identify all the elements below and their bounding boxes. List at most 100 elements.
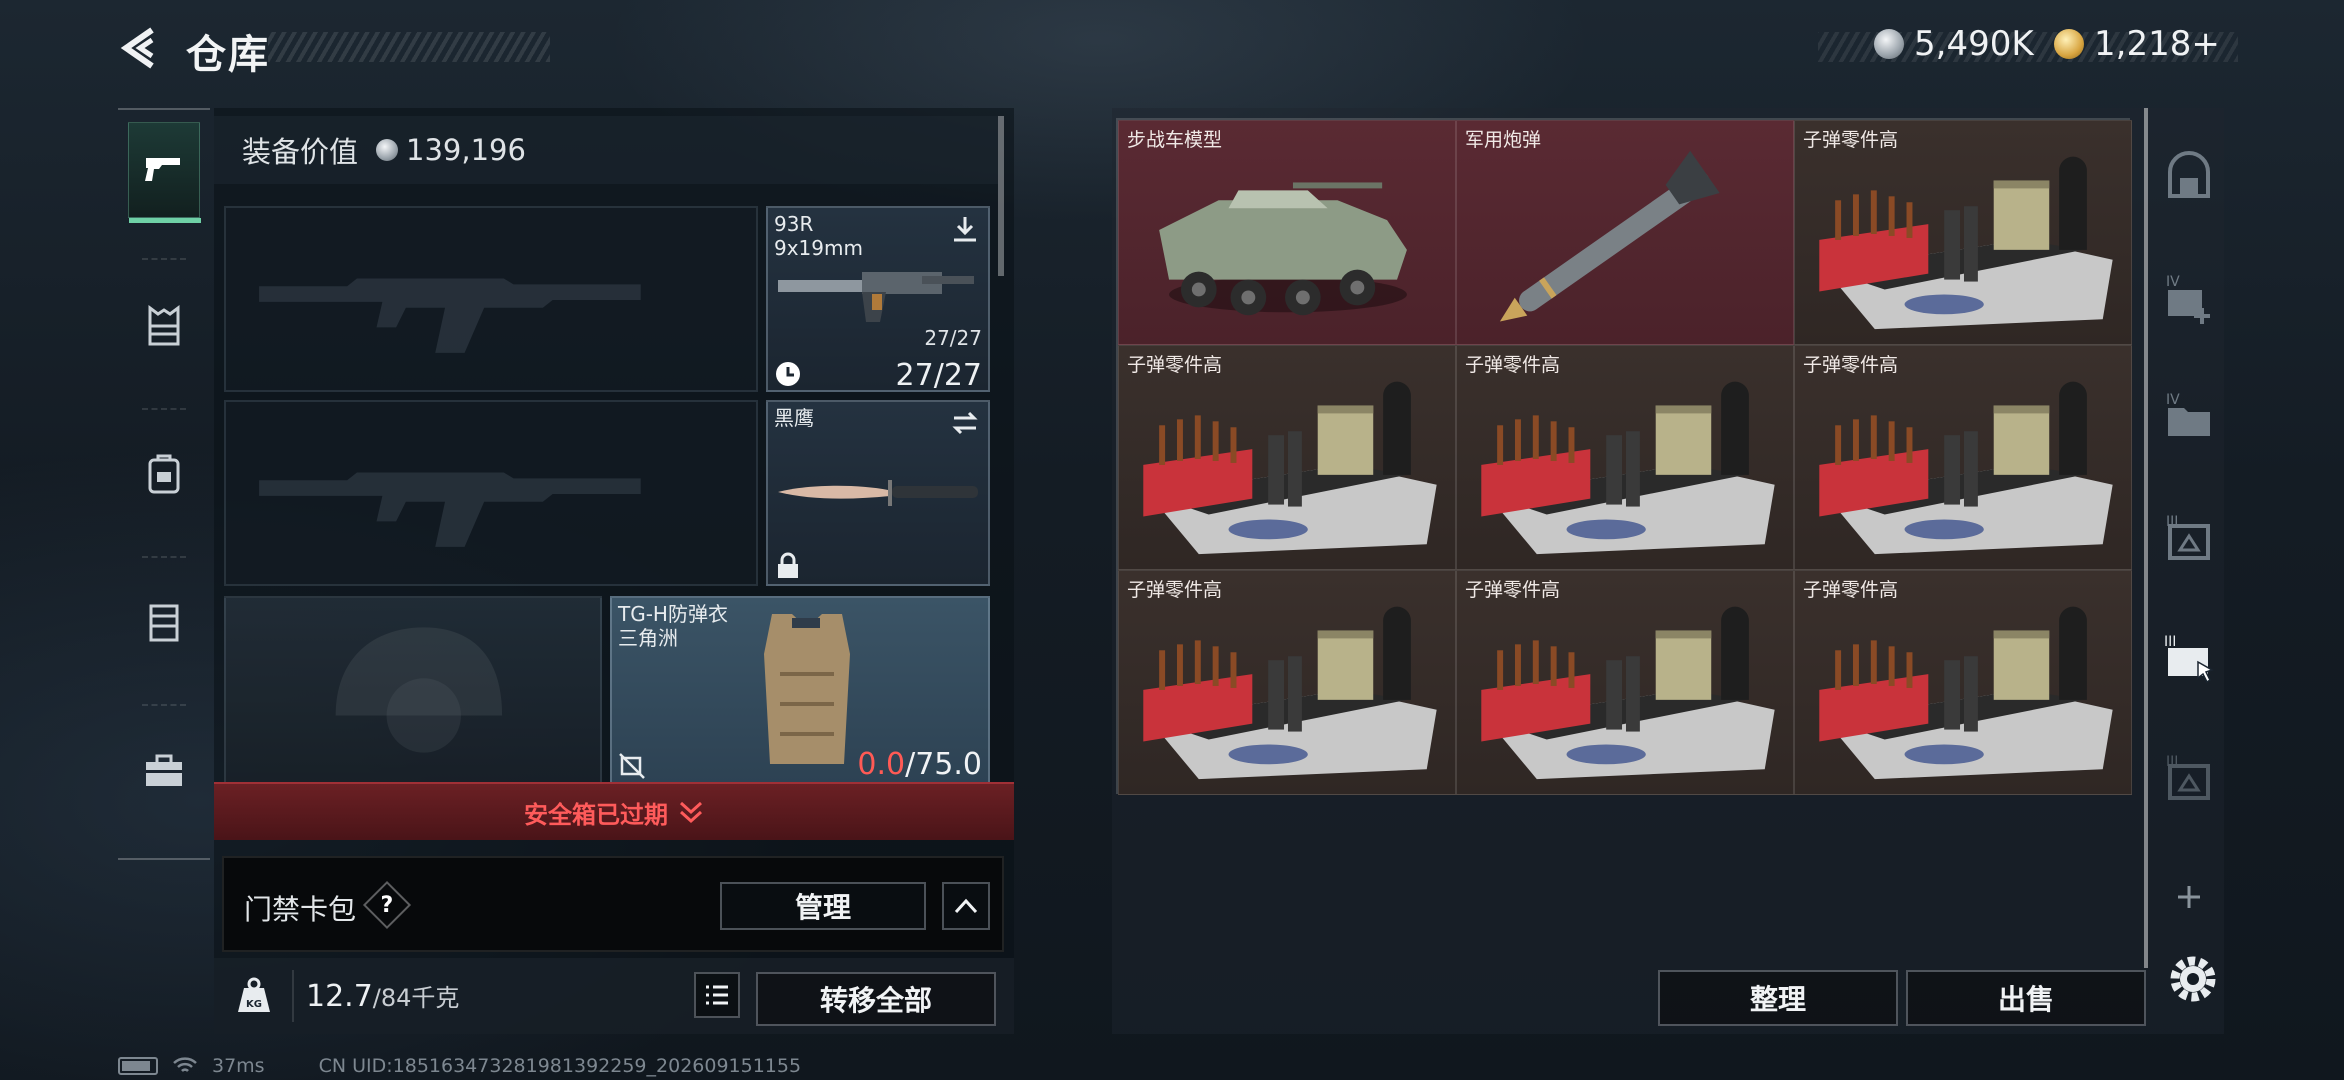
help-icon: ? <box>380 892 394 918</box>
durability-current: 0.0 <box>857 747 906 782</box>
storage-item-name: 步战车模型 <box>1127 129 1223 151</box>
ping-value: 37ms <box>212 1055 265 1077</box>
weight-kg-icon: KG <box>238 977 270 1012</box>
storage-item-ammo[interactable]: 子弹零件高 <box>1794 120 2132 345</box>
storage-item-ammo[interactable]: 子弹零件高 <box>1794 570 2132 795</box>
carry-weight-current: 12.7 <box>306 979 373 1014</box>
category-rail <box>118 108 210 860</box>
storage-item-ammo[interactable]: 子弹零件高 <box>1118 570 1456 795</box>
backpack-icon <box>148 454 180 494</box>
storage-item-name: 子弹零件高 <box>1465 354 1561 376</box>
gold-currency[interactable]: 1,218+ <box>2054 24 2220 64</box>
container-dim-icon[interactable]: III <box>2158 746 2220 808</box>
ammo-image <box>1819 606 2113 780</box>
storage-item-ifv[interactable]: 步战车模型 <box>1118 120 1456 345</box>
svg-text:KG: KG <box>246 999 262 1010</box>
toolbox-icon <box>146 754 182 786</box>
vest-image <box>764 614 850 764</box>
safe-box-expired-text: 安全箱已过期 <box>524 800 668 829</box>
chevron-double-down-icon <box>679 801 703 824</box>
silver-amount: 5,490K <box>1914 24 2034 64</box>
container-folder-icon[interactable]: IV <box>2158 384 2220 446</box>
rail-item-backpack[interactable] <box>128 426 200 522</box>
lock-icon <box>778 552 798 578</box>
container-selected-icon[interactable]: III <box>2158 626 2220 688</box>
helmet-slot[interactable] <box>224 596 602 786</box>
rail-divider <box>142 408 186 410</box>
help-button[interactable]: ? <box>362 880 412 930</box>
rail-divider <box>142 704 186 706</box>
rail-item-armor[interactable] <box>128 278 200 374</box>
safe-box-expired-banner[interactable]: 安全箱已过期 <box>214 782 1014 840</box>
sell-button[interactable]: 出售 <box>1906 970 2146 1026</box>
ammo-image <box>1143 381 1437 555</box>
equipment-value-label: 装备价值 <box>242 135 359 169</box>
rail-item-chest-rig[interactable] <box>128 574 200 670</box>
rifle-silhouette-icon <box>259 472 641 547</box>
download-icon[interactable] <box>950 214 980 244</box>
storage-item-ammo[interactable]: 子弹零件高 <box>1118 345 1456 570</box>
ammo-count-small: 27/27 <box>924 326 982 350</box>
user-uid: CN UID:185163473281981392259_20260915115… <box>318 1055 802 1077</box>
vest-name: TG-H防弹衣 三角洲 <box>618 602 728 650</box>
ammo-image <box>1481 606 1775 780</box>
gear-icon[interactable] <box>2164 950 2222 1008</box>
container-add-icon[interactable]: IV <box>2158 266 2220 328</box>
storage-item-ammo[interactable]: 子弹零件高 <box>1456 570 1794 795</box>
rail-divider <box>142 258 186 260</box>
secondary-weapon-slot[interactable] <box>224 400 758 586</box>
collapse-button[interactable] <box>942 882 990 930</box>
clock-icon <box>776 362 800 386</box>
no-repair-icon <box>619 753 645 779</box>
page-title: 仓库 <box>186 32 270 78</box>
top-bar: 仓库 5,490K 1,218+ <box>0 0 2344 100</box>
pistol-slot[interactable]: 93R 9x19mm 27/27 27/27 <box>766 206 990 393</box>
rail-divider <box>142 556 186 558</box>
rifle-silhouette-icon <box>259 278 641 353</box>
storage-item-name: 子弹零件高 <box>1803 579 1899 601</box>
equipment-value-bar: 装备价值 139,196 <box>214 116 998 184</box>
primary-weapon-slot[interactable] <box>224 206 758 392</box>
wifi-icon <box>173 1057 197 1072</box>
pistol-image <box>778 272 974 322</box>
storage-item-name: 子弹零件高 <box>1465 579 1561 601</box>
swap-icon[interactable] <box>950 408 980 438</box>
manage-button[interactable]: 管理 <box>720 882 926 930</box>
ammo-image <box>1143 606 1437 780</box>
knife-image <box>778 480 978 506</box>
transfer-all-button[interactable]: 转移全部 <box>756 972 996 1026</box>
storage-item-ammo[interactable]: 子弹零件高 <box>1456 345 1794 570</box>
list-view-button[interactable] <box>694 972 740 1018</box>
melee-name: 黑鹰 <box>774 406 814 430</box>
loadout-scrollbar[interactable] <box>998 116 1004 276</box>
carry-weight: 12.7/84千克 <box>306 978 459 1014</box>
storage-item-shell[interactable]: 军用炮弹 <box>1456 120 1794 345</box>
weight-bar: KG 12.7/84千克 转移全部 <box>214 958 1014 1034</box>
rail-item-toolbox[interactable] <box>128 722 200 818</box>
sort-button[interactable]: 整理 <box>1658 970 1898 1026</box>
equipment-value: 139,196 <box>406 133 526 167</box>
title-decoration <box>268 32 550 62</box>
vest-icon <box>148 305 180 346</box>
container-icon[interactable]: III <box>2158 506 2220 568</box>
storage-item-name: 子弹零件高 <box>1127 354 1223 376</box>
rail-item-weapons[interactable] <box>128 122 201 223</box>
storage-item-name: 子弹零件高 <box>1803 129 1899 151</box>
chest-rig-icon <box>149 604 179 642</box>
shell-image <box>1499 150 1720 322</box>
plus-icon[interactable] <box>2158 866 2220 928</box>
silver-currency[interactable]: 5,490K <box>1874 24 2034 64</box>
body-armor-slot[interactable]: TG-H防弹衣 三角洲 0.0/75.0 <box>610 596 990 786</box>
carry-weight-max: /84千克 <box>372 984 460 1012</box>
durability-readout: 0.0/75.0 <box>857 747 982 782</box>
ammo-count: 27/27 <box>895 358 982 393</box>
ammo-image <box>1481 381 1775 555</box>
storage-item-ammo[interactable]: 子弹零件高 <box>1794 345 2132 570</box>
svg-text:III: III <box>2164 634 2176 650</box>
back-arrow-icon[interactable] <box>118 26 162 70</box>
melee-slot[interactable]: 黑鹰 <box>766 400 990 586</box>
safe-icon[interactable] <box>2158 148 2220 210</box>
keycard-pack-row: 门禁卡包 ? 管理 <box>222 856 1004 952</box>
svg-text:IV: IV <box>2166 392 2180 408</box>
ammo-image <box>1819 156 2113 330</box>
